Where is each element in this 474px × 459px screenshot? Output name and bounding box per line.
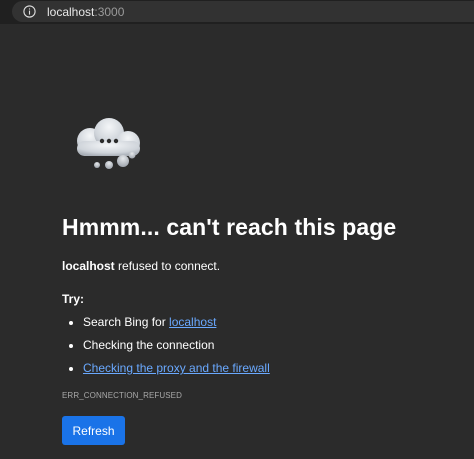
error-page: Hmmm... can't reach this page localhost … [0,24,474,459]
search-bing-text: Search Bing for [83,315,170,329]
list-item: Checking the proxy and the firewall [62,360,270,383]
error-host: localhost [62,259,115,273]
list-item: Checking the connection [62,337,270,360]
search-bing-link[interactable]: localhost [169,315,216,329]
error-code: ERR_CONNECTION_REFUSED [62,391,182,400]
url-text[interactable]: localhost:3000 [47,5,124,19]
try-label: Try: [62,292,85,306]
error-description: localhost refused to connect. [62,259,220,273]
check-connection-text: Checking the connection [83,338,215,352]
refresh-button[interactable]: Refresh [62,416,125,445]
url-port: :3000 [94,4,125,19]
proxy-firewall-link[interactable]: Checking the proxy and the firewall [83,361,270,375]
page-title: Hmmm... can't reach this page [62,214,397,240]
error-message: refused to connect. [114,259,221,273]
info-icon[interactable] [22,4,37,19]
suggestion-list: Search Bing for localhost Checking the c… [62,314,270,383]
cloud-icon [77,118,140,169]
url-host: localhost [47,4,95,19]
address-bar[interactable]: localhost:3000 [12,1,474,22]
browser-top-bar: localhost:3000 [0,0,474,24]
list-item: Search Bing for localhost [62,314,270,337]
